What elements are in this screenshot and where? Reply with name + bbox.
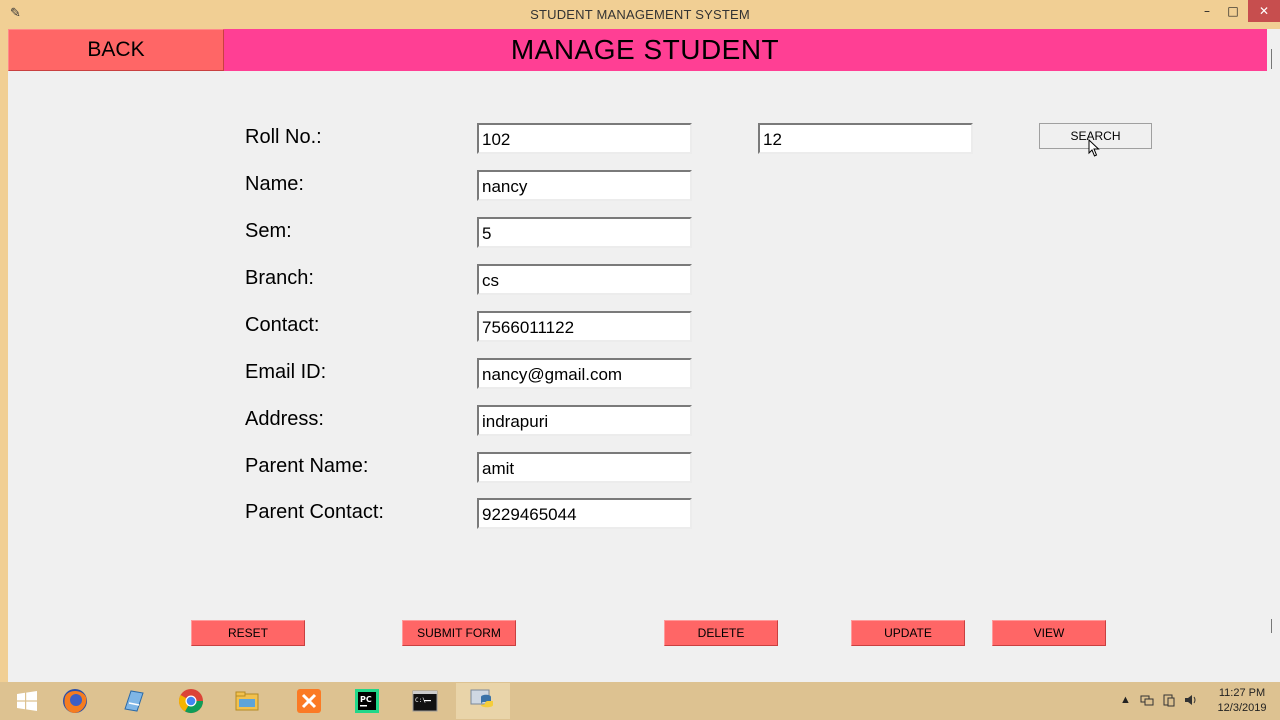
firefox-icon	[63, 689, 87, 713]
cmd-icon: C:\	[412, 690, 438, 712]
action-center-icon[interactable]	[1162, 693, 1176, 720]
edge-mark	[1271, 49, 1277, 69]
close-button[interactable]: ✕	[1248, 0, 1280, 22]
mouse-pointer-icon	[1088, 139, 1100, 157]
taskbar-python[interactable]	[456, 683, 510, 719]
reset-button[interactable]: RESET	[191, 620, 305, 646]
taskbar-chrome[interactable]	[164, 683, 218, 719]
roll-no-label: Roll No.:	[245, 126, 322, 148]
sem-label: Sem:	[245, 220, 292, 242]
email-label: Email ID:	[245, 361, 327, 383]
taskbar-file-explorer[interactable]	[220, 683, 274, 719]
maximize-button[interactable]: □	[1222, 0, 1244, 22]
name-label: Name:	[245, 173, 304, 195]
clock-date: 12/3/2019	[1217, 702, 1267, 714]
window-edge	[1267, 29, 1280, 682]
title-bar: ✎ STUDENT MANAGEMENT SYSTEM – □ ✕	[0, 0, 1280, 29]
start-button[interactable]	[0, 683, 54, 719]
sem-input[interactable]	[477, 217, 692, 248]
branch-label: Branch:	[245, 267, 314, 289]
pycharm-icon: PC	[355, 689, 379, 713]
back-button[interactable]: BACK	[8, 29, 224, 71]
view-button[interactable]: VIEW	[992, 620, 1106, 646]
address-label: Address:	[245, 408, 324, 430]
taskbar-pycharm[interactable]: PC	[340, 683, 394, 719]
volume-icon[interactable]	[1183, 693, 1199, 720]
client-area: BACK MANAGE STUDENT Roll No.: Name: Sem:…	[8, 29, 1275, 682]
search-input[interactable]	[758, 123, 973, 154]
update-button[interactable]: UPDATE	[851, 620, 965, 646]
network-icon[interactable]	[1140, 693, 1154, 720]
email-input[interactable]	[477, 358, 692, 389]
parent-name-label: Parent Name:	[245, 455, 369, 477]
contact-label: Contact:	[245, 314, 320, 336]
taskbar-cmd[interactable]: C:\	[398, 683, 452, 719]
python-icon	[470, 689, 493, 708]
svg-text:PC: PC	[360, 695, 372, 704]
parent-name-input[interactable]	[477, 452, 692, 483]
page-title: MANAGE STUDENT	[510, 34, 780, 65]
delete-button[interactable]: DELETE	[664, 620, 778, 646]
minimize-button[interactable]: –	[1196, 0, 1218, 22]
parent-contact-input[interactable]	[477, 498, 692, 529]
windows-start-icon	[17, 691, 37, 711]
branch-input[interactable]	[477, 264, 692, 295]
taskbar-notepad[interactable]	[106, 683, 160, 719]
name-input[interactable]	[477, 170, 692, 201]
address-input[interactable]	[477, 405, 692, 436]
notepad-icon	[124, 690, 144, 712]
taskbar-xampp[interactable]	[282, 683, 336, 719]
parent-contact-label: Parent Contact:	[245, 501, 384, 523]
chrome-icon	[178, 689, 203, 714]
window-title: STUDENT MANAGEMENT SYSTEM	[530, 7, 750, 22]
show-hidden-icons-icon[interactable]: ▲	[1120, 694, 1131, 720]
xampp-icon	[297, 689, 321, 713]
taskbar: PC C:\ ▲ 11:27 PM 12/3/2019	[0, 682, 1280, 720]
taskbar-clock[interactable]: 11:27 PM 12/3/2019	[1206, 686, 1278, 716]
taskbar-firefox[interactable]	[48, 683, 102, 719]
file-explorer-icon	[235, 691, 259, 711]
clock-time: 11:27 PM	[1218, 687, 1266, 699]
edge-mark	[1271, 619, 1277, 633]
roll-no-input[interactable]	[477, 123, 692, 154]
contact-input[interactable]	[477, 311, 692, 342]
submit-form-button[interactable]: SUBMIT FORM	[402, 620, 516, 646]
